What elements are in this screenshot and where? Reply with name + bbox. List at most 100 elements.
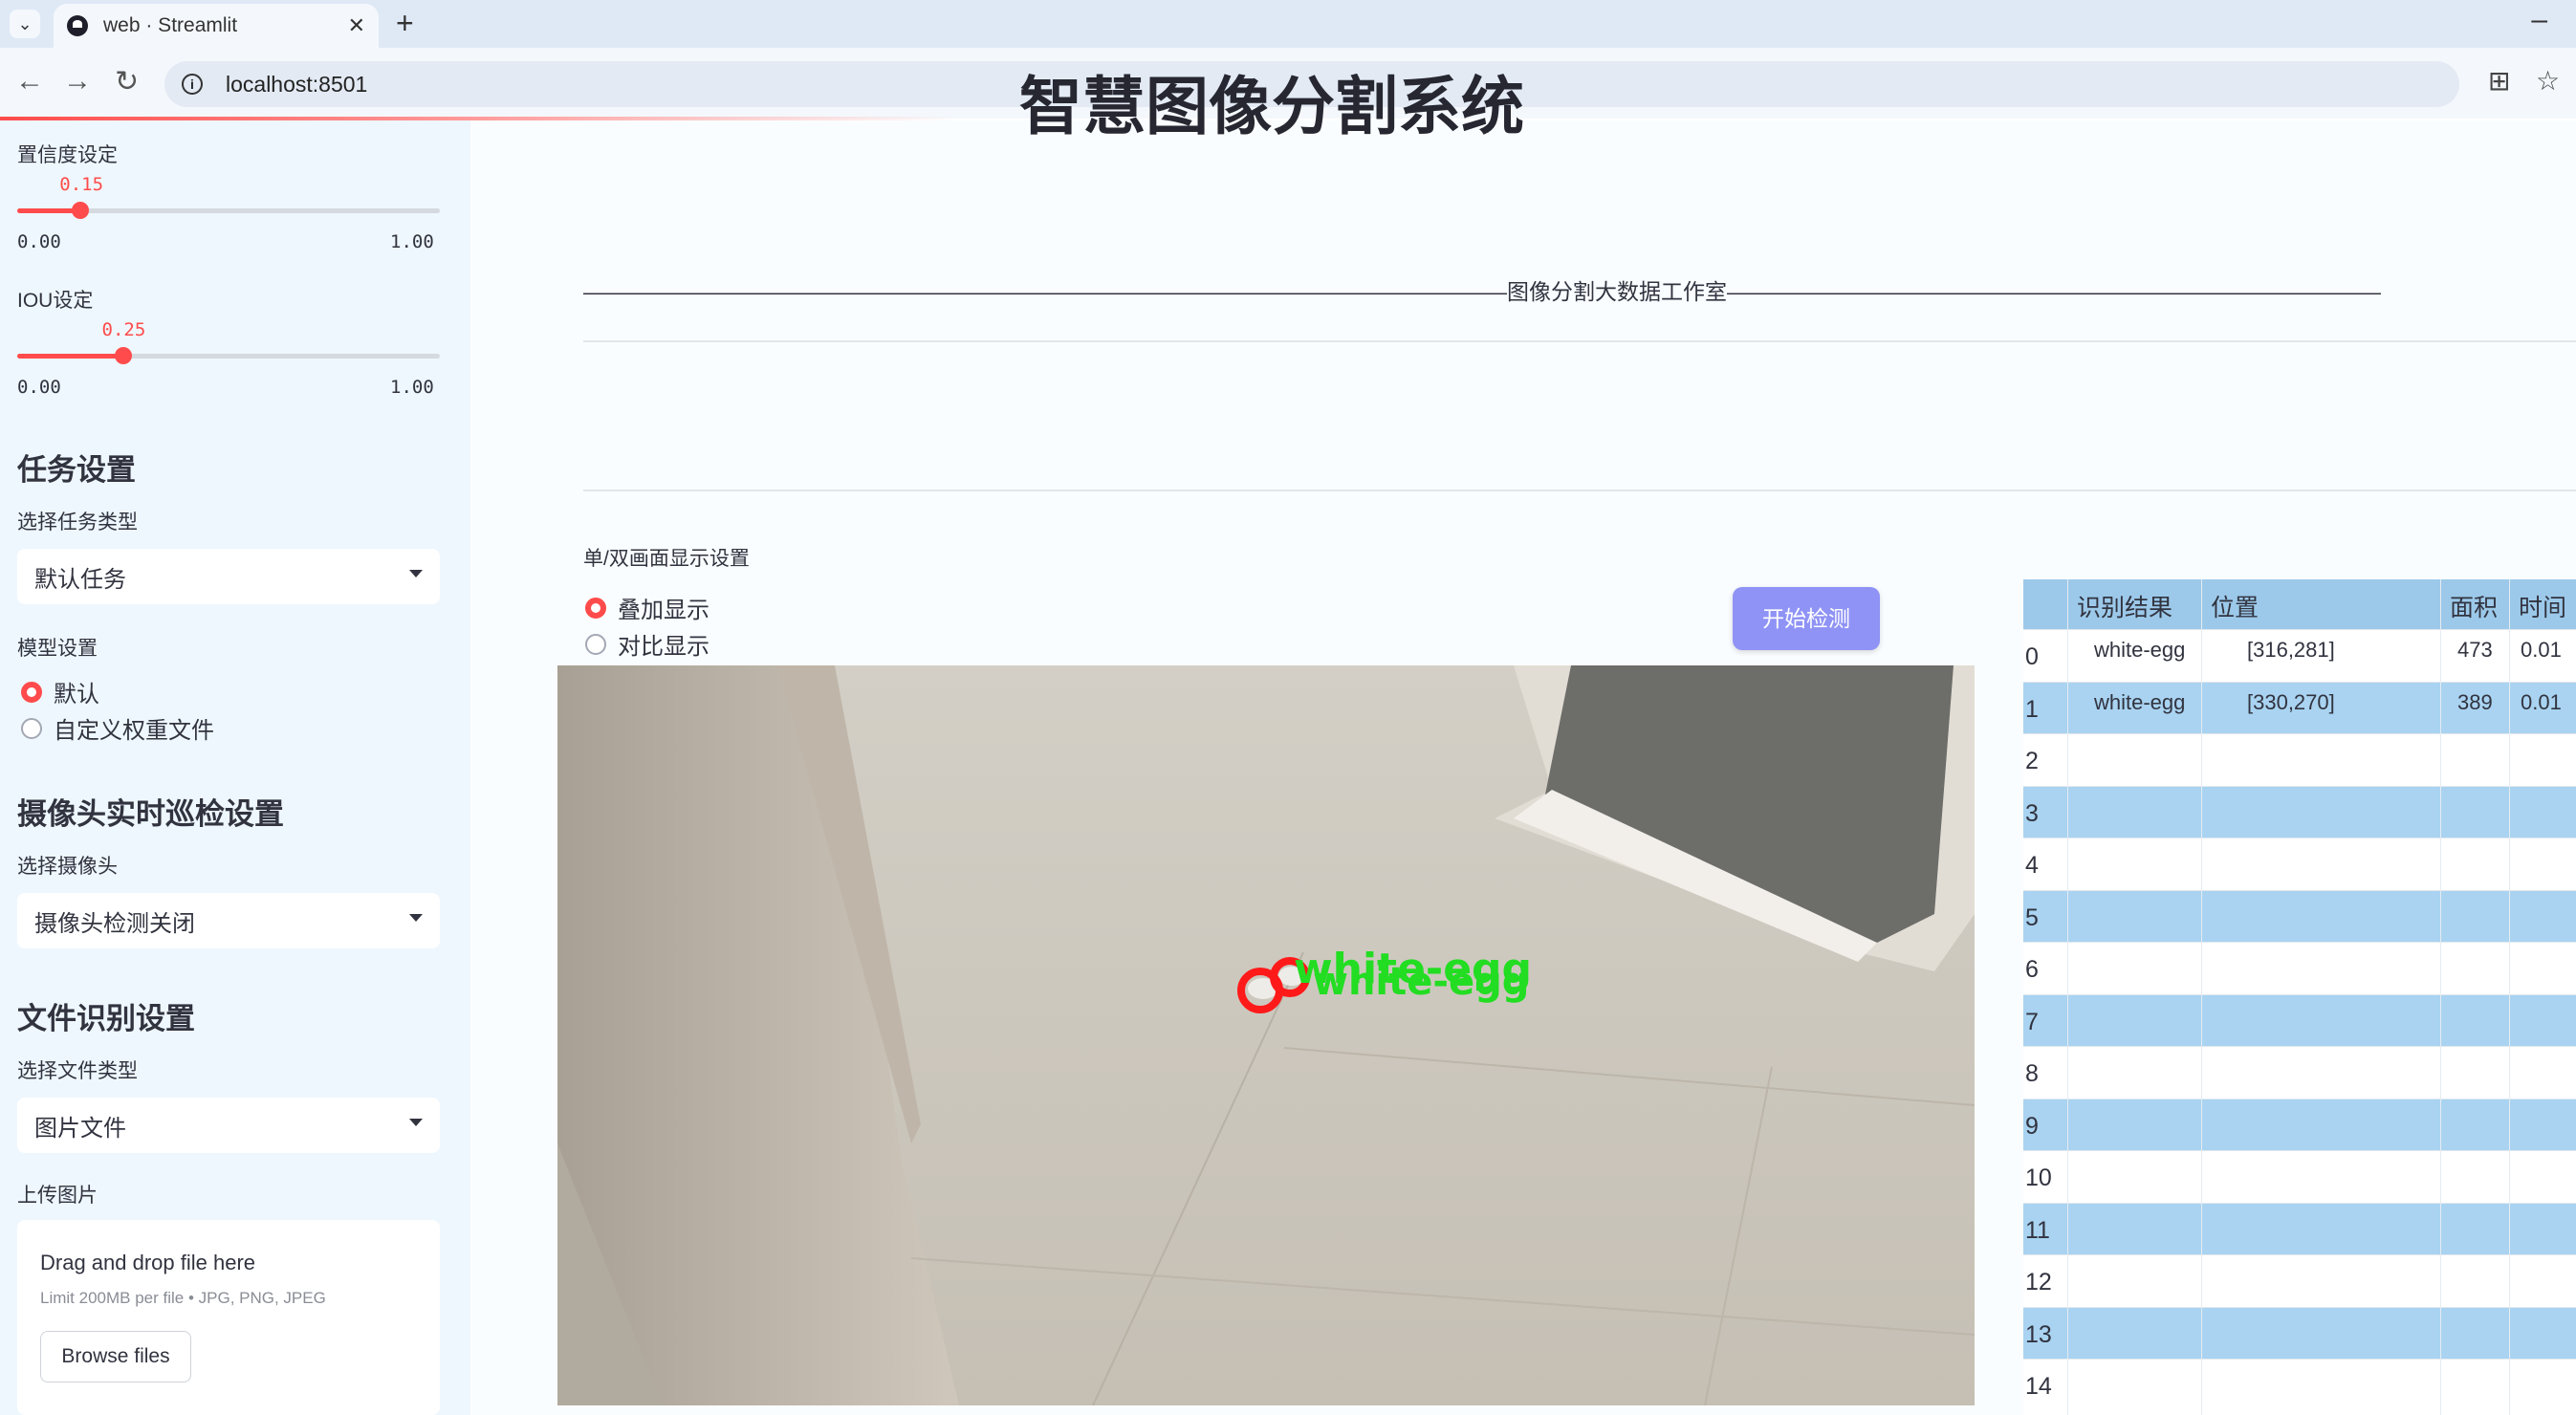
file-type-select[interactable]: 图片文件 [17,1098,440,1153]
column-divider [2509,579,2510,1415]
new-tab-button[interactable]: + [396,6,414,41]
forward-icon[interactable]: → [63,65,92,98]
confidence-min: 0.00 [17,231,61,252]
confidence-slider-thumb[interactable] [72,202,90,219]
row-index: 9 [2025,1112,2039,1140]
table-row[interactable]: 12 [2023,1254,2576,1307]
col-header-position[interactable]: 位置 [2211,589,2259,623]
table-row[interactable]: 4 [2023,838,2576,890]
tab-title: web · Streamlit [103,14,238,36]
iou-min: 0.00 [17,377,61,398]
col-header-time[interactable]: 时间 [2519,589,2566,623]
model-option-custom[interactable]: 自定义权重文件 [21,711,214,745]
camera-settings-heading: 摄像头实时巡检设置 [17,797,284,831]
model-option-label: 自定义权重文件 [54,718,214,744]
reload-icon[interactable]: ↻ [115,65,139,98]
camera-frame-svg: white-egg white-egg [557,665,1975,1405]
row-index: 12 [2025,1269,2052,1295]
cell-area: 473 [2457,638,2493,662]
cell-result: white-egg [2094,638,2186,662]
site-info-icon[interactable]: i [182,74,203,95]
iou-value: 0.25 [101,319,146,340]
file-type-label: 选择文件类型 [17,1060,138,1082]
divider-bottom [583,490,2576,491]
bookmark-star-icon[interactable]: ☆ [2536,65,2560,97]
display-mode-label: 单/双画面显示设置 [583,548,750,570]
table-row[interactable]: 7 [2023,993,2576,1047]
table-row[interactable]: 6 [2023,942,2576,994]
table-row[interactable]: 1 white-egg [330,270] 389 0.01 [2023,681,2576,734]
file-dropzone[interactable]: Drag and drop file here Limit 200MB per … [17,1220,440,1415]
iou-slider-fill [17,354,123,359]
studio-divider-text: ————————————————————————————————————————… [583,279,2381,304]
chevron-down-icon [409,914,423,922]
results-table[interactable]: 识别结果 位置 面积 时间 0 white-egg [316,281] 473 0.01… [2023,579,2576,1415]
column-divider [2201,579,2202,1415]
window-minimize-button[interactable]: – [2531,4,2547,36]
row-index: 8 [2025,1060,2039,1087]
confidence-value: 0.15 [59,174,104,195]
table-row[interactable]: 0 white-egg [316,281] 473 0.01 [2023,629,2576,682]
radio-selected-icon [585,597,606,619]
row-index: 5 [2025,903,2039,931]
browser-tab-active[interactable]: web · Streamlit ✕ [54,4,379,48]
cell-time: 0.01 [2521,638,2562,662]
table-row[interactable]: 3 [2023,785,2576,838]
camera-select-label: 选择摄像头 [17,856,118,878]
cell-position: [316,281] [2247,638,2335,662]
table-row[interactable]: 5 [2023,889,2576,943]
row-index: 1 [2025,695,2039,723]
iou-slider[interactable] [17,347,440,364]
dropzone-instructions: Drag and drop file here [40,1251,256,1274]
row-index: 4 [2025,852,2039,879]
iou-slider-thumb[interactable] [114,347,132,364]
model-option-default[interactable]: 默认 [21,675,99,708]
table-row[interactable]: 14 [2023,1359,2576,1411]
cell-result: white-egg [2094,689,2186,714]
display-option-overlay[interactable]: 叠加显示 [585,591,709,624]
camera-select[interactable]: 摄像头检测关闭 [17,893,440,948]
cell-position: [330,270] [2247,689,2335,714]
col-header-result[interactable]: 识别结果 [2077,589,2172,623]
row-index: 14 [2025,1373,2052,1400]
start-detection-button[interactable]: 开始检测 [1733,587,1880,650]
cell-time: 0.01 [2521,689,2562,714]
browse-files-button[interactable]: Browse files [40,1331,191,1382]
table-row[interactable]: 2 [2023,733,2576,786]
upload-label: 上传图片 [17,1185,98,1207]
task-type-selected: 默认任务 [34,566,126,593]
divider-top [583,340,2576,342]
table-row[interactable]: 13 [2023,1306,2576,1360]
table-row[interactable]: 8 [2023,1046,2576,1099]
table-row[interactable]: 11 [2023,1202,2576,1255]
table-header: 识别结果 位置 面积 时间 [2023,579,2576,629]
display-option-compare[interactable]: 对比显示 [585,627,709,661]
file-type-selected: 图片文件 [34,1115,126,1142]
col-header-area[interactable]: 面积 [2450,589,2498,623]
url-text: localhost:8501 [226,71,368,97]
tab-search-dropdown[interactable]: ⌄ [10,10,40,38]
browser-tab-strip: ⌄ web · Streamlit ✕ + – [0,0,2576,48]
table-row[interactable]: 9 [2023,1098,2576,1151]
row-index: 13 [2025,1320,2052,1348]
iou-max: 1.00 [390,377,434,398]
row-index: 6 [2025,956,2039,983]
radio-unselected-icon [21,717,42,739]
page-title: 智慧图像分割系统 [1019,71,1524,142]
tab-close-icon[interactable]: ✕ [348,13,365,38]
detection-result-image: white-egg white-egg [557,665,1975,1405]
back-icon[interactable]: ← [15,65,44,98]
row-index: 3 [2025,799,2039,827]
row-index: 0 [2025,643,2039,670]
table-row[interactable]: 10 [2023,1150,2576,1203]
chevron-down-icon [409,570,423,577]
confidence-slider[interactable] [17,202,440,219]
radio-selected-icon [21,681,42,703]
task-settings-heading: 任务设置 [17,453,136,487]
display-option-label: 对比显示 [618,634,709,660]
row-index: 10 [2025,1165,2052,1191]
translate-icon[interactable]: ⊞ [2488,65,2510,97]
iou-label: IOU设定 [17,290,94,312]
task-type-select[interactable]: 默认任务 [17,549,440,604]
model-settings-label: 模型设置 [17,638,98,660]
